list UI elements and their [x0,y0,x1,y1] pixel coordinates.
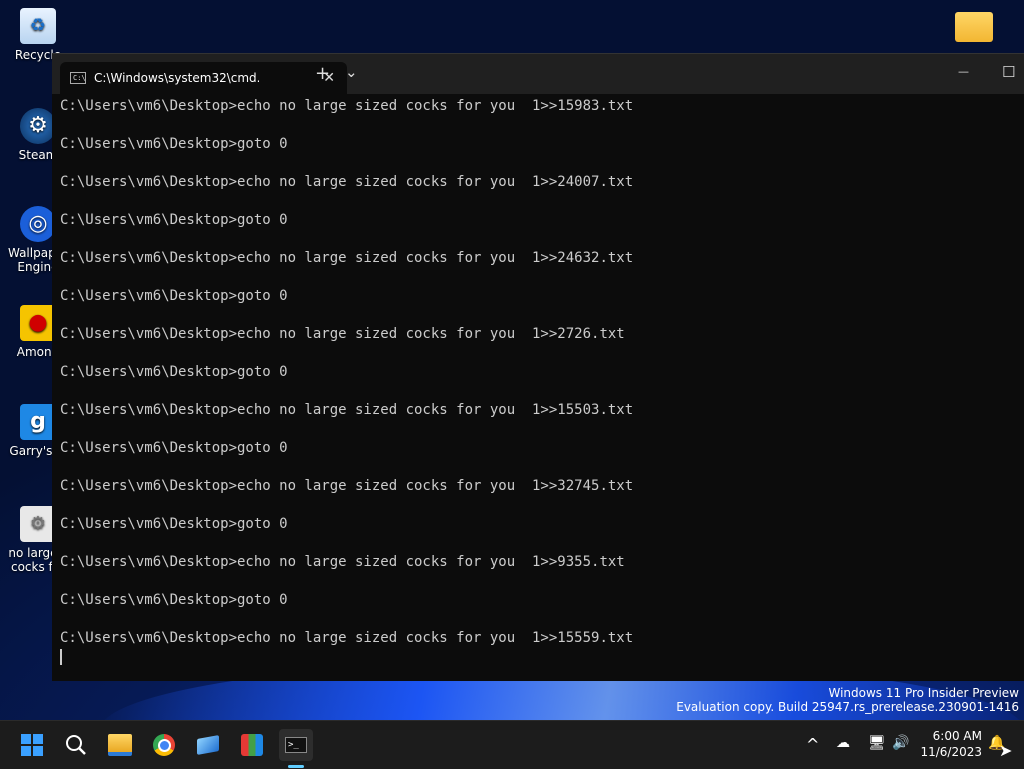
batch-file-icon: ⚙ [20,506,56,542]
dropdown-button[interactable]: ⌄ [345,63,358,81]
tab-title: C:\Windows\system32\cmd.exe [94,71,259,85]
clock-date: 11/6/2023 [920,745,982,759]
terminal-line: C:\Users\vm6\Desktop>goto 0 [60,136,288,152]
terminal-icon: >_ [285,737,307,753]
terminal-line: C:\Users\vm6\Desktop>echo no large sized… [60,326,625,342]
terminal-line: C:\Users\vm6\Desktop>echo no large sized… [60,250,634,266]
clock-time: 6:00 AM [932,729,982,743]
new-tab-button[interactable]: + [315,63,330,84]
title-bar: C:\ C:\Windows\system32\cmd.exe ✕ + ⌄ — … [52,54,1024,94]
network-icon[interactable]: 🖥 [868,735,886,751]
start-icon [21,734,43,756]
text-cursor [60,649,62,665]
start-button[interactable] [15,729,49,761]
terminal-window: C:\ C:\Windows\system32\cmd.exe ✕ + ⌄ — … [52,53,1024,681]
app-button[interactable] [191,729,225,761]
taskbar: >_ ^ ☁ 🖥 🔊 6:00 AM 11/6/2023 🔔 ➤ [0,720,1024,769]
clock[interactable]: 6:00 AM 11/6/2023 [920,728,982,760]
windows-watermark: Windows 11 Pro Insider Preview Evaluatio… [676,686,1019,714]
terminal-line: C:\Users\vm6\Desktop>goto 0 [60,364,288,380]
file-explorer-icon [108,734,132,756]
mouse-cursor-icon: ➤ [999,741,1013,760]
terminal-line: C:\Users\vm6\Desktop>goto 0 [60,516,288,532]
terminal-line: C:\Users\vm6\Desktop>goto 0 [60,440,288,456]
volume-icon[interactable]: 🔊 [892,735,909,751]
minimize-button[interactable]: — [958,65,969,78]
colorful-app-icon [241,734,263,756]
terminal-line: C:\Users\vm6\Desktop>echo no large sized… [60,478,634,494]
folder-icon[interactable] [955,12,993,42]
terminal-button[interactable]: >_ [279,729,313,761]
terminal-line: C:\Users\vm6\Desktop>echo no large sized… [60,174,634,190]
file-explorer-button[interactable] [103,729,137,761]
search-button[interactable] [59,729,93,761]
garrys-mod-icon: g [20,404,56,440]
terminal-cursor-line [60,648,1024,667]
watermark-line-2: Evaluation copy. Build 25947.rs_prerelea… [676,700,1019,714]
wallpaper-engine-icon: ◎ [20,206,56,242]
onedrive-off-icon[interactable]: ☁ [836,735,850,751]
chrome-button[interactable] [147,729,181,761]
recycle-bin-icon: ♻ [20,8,56,44]
terminal-line: C:\Users\vm6\Desktop>goto 0 [60,592,288,608]
terminal-line: C:\Users\vm6\Desktop>echo no large sized… [60,630,634,646]
terminal-line: C:\Users\vm6\Desktop>goto 0 [60,212,288,228]
terminal-line: C:\Users\vm6\Desktop>echo no large sized… [60,554,625,570]
cmd-icon: C:\ [70,72,86,84]
app-icon [197,735,219,755]
tab-cmd[interactable]: C:\ C:\Windows\system32\cmd.exe ✕ [60,62,347,94]
chrome-icon [153,734,175,756]
search-icon [66,735,86,755]
colorful-app-button[interactable] [235,729,269,761]
steam-icon: ⚙ [20,108,56,144]
terminal-output[interactable]: C:\Users\vm6\Desktop>echo no large sized… [52,94,1024,667]
among-us-icon: ● [20,305,56,341]
maximize-button[interactable]: ☐ [1002,63,1015,81]
watermark-line-1: Windows 11 Pro Insider Preview [828,686,1019,700]
terminal-line: C:\Users\vm6\Desktop>echo no large sized… [60,402,634,418]
tray-chevron[interactable]: ^ [806,735,819,754]
terminal-line: C:\Users\vm6\Desktop>goto 0 [60,288,288,304]
terminal-line: C:\Users\vm6\Desktop>echo no large sized… [60,98,634,114]
